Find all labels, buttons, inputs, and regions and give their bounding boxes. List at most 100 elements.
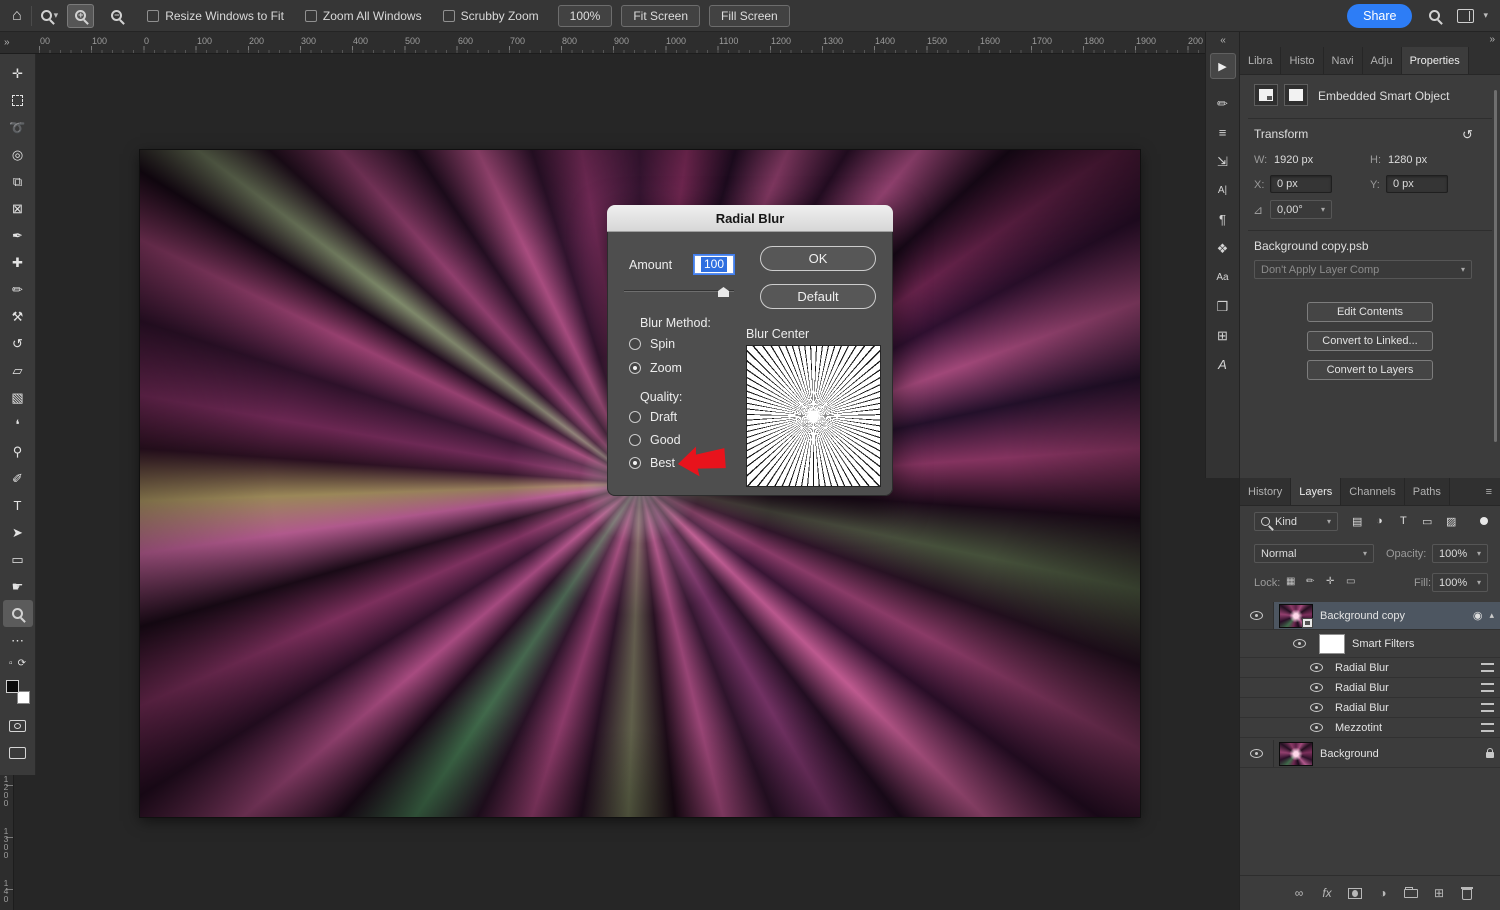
home-icon[interactable]: ⌂ (12, 7, 22, 25)
layer-row-background-copy[interactable]: Background copy ◉ ▴ (1240, 602, 1500, 630)
play-panel-button[interactable]: ▶ (1210, 53, 1236, 79)
fill-screen-button[interactable]: Fill Screen (709, 5, 790, 27)
foreground-color-swatch[interactable] (6, 680, 19, 693)
visibility-cell[interactable] (1302, 658, 1330, 677)
height-value[interactable]: 1280 px (1388, 154, 1427, 166)
lock-transparency-icon[interactable]: ▦ (1286, 576, 1295, 587)
smart-filter-row[interactable]: Mezzotint (1240, 718, 1500, 738)
zoom-100-button[interactable]: 100% (558, 5, 613, 27)
lock-position-icon[interactable]: ✛ (1326, 576, 1334, 587)
filter-name[interactable]: Mezzotint (1335, 722, 1474, 734)
fill-dropdown[interactable]: 100% ▾ (1432, 573, 1488, 592)
smart-filter-row[interactable]: Radial Blur (1240, 678, 1500, 698)
visibility-cell[interactable] (1302, 698, 1330, 717)
filter-name[interactable]: Radial Blur (1335, 702, 1474, 714)
blur-center-preview[interactable] (746, 345, 881, 487)
layer-comp-dropdown[interactable]: Don't Apply Layer Comp ▾ (1254, 260, 1472, 279)
tab-properties[interactable]: Properties (1402, 47, 1469, 74)
convert-to-layers-button[interactable]: Convert to Layers (1307, 360, 1433, 380)
shape-tool[interactable]: ▭ (3, 546, 33, 573)
lock-artboard-icon[interactable]: ▭ (1346, 576, 1355, 587)
horizontal-ruler[interactable]: 00 100 0 100 200 300 400 500 600 700 800… (36, 32, 1205, 54)
filter-toggle-icon[interactable] (1480, 517, 1488, 525)
frame-tool[interactable]: ⊠ (3, 195, 33, 222)
visibility-cell[interactable] (1284, 630, 1314, 657)
history-brush-tool[interactable]: ↺ (3, 330, 33, 357)
adjustments-panel-icon[interactable]: ≡ (1206, 118, 1239, 147)
caret-down-icon[interactable]: ▾ (1483, 10, 1488, 21)
layer-name[interactable]: Smart Filters (1352, 638, 1494, 650)
dialog-titlebar[interactable]: Radial Blur (607, 205, 893, 232)
share-button[interactable]: Share (1347, 4, 1412, 28)
filter-smart-object-icon[interactable]: ▨ (1446, 515, 1456, 528)
pen-tool[interactable]: ✐ (3, 465, 33, 492)
workspace-switcher-icon[interactable] (1457, 9, 1474, 23)
ok-button[interactable]: OK (760, 246, 876, 271)
filter-blending-options-icon[interactable] (1481, 723, 1494, 732)
radio-best[interactable]: Best (629, 456, 675, 470)
adjustment-layer-icon[interactable]: ◑ (1372, 882, 1394, 904)
3d-panel-icon[interactable]: ❒ (1206, 292, 1239, 321)
filter-shape-layers-icon[interactable]: ▭ (1422, 515, 1432, 528)
scrubby-zoom-checkbox[interactable]: Scrubby Zoom (443, 9, 539, 23)
rectangular-marquee-tool[interactable] (3, 87, 33, 114)
filter-type-layers-icon[interactable]: T (1400, 515, 1407, 527)
mask-thumbnail[interactable] (1284, 84, 1308, 106)
default-button[interactable]: Default (760, 284, 876, 309)
filter-blending-options-icon[interactable] (1481, 683, 1494, 692)
path-selection-tool[interactable]: ➤ (3, 519, 33, 546)
type-tool[interactable]: T (3, 492, 33, 519)
healing-brush-tool[interactable]: ✚ (3, 249, 33, 276)
move-tool[interactable]: ✛ (3, 60, 33, 87)
amount-slider[interactable] (624, 290, 734, 292)
collapse-panels-icon[interactable]: » (1489, 34, 1494, 45)
gradient-tool[interactable]: ▧ (3, 384, 33, 411)
layer-style-fx-icon[interactable]: fx (1316, 882, 1338, 904)
tab-adjustments[interactable]: Adju (1363, 47, 1402, 74)
new-group-icon[interactable] (1400, 882, 1422, 904)
switch-colors-icon[interactable]: ⟳ (18, 658, 26, 669)
tab-libraries[interactable]: Libra (1240, 47, 1281, 74)
blend-mode-dropdown[interactable]: Normal ▾ (1254, 544, 1374, 563)
tab-histogram[interactable]: Histo (1281, 47, 1323, 74)
resize-windows-checkbox[interactable]: Resize Windows to Fit (147, 9, 284, 23)
tab-channels[interactable]: Channels (1341, 478, 1404, 505)
edit-contents-button[interactable]: Edit Contents (1307, 302, 1433, 322)
eraser-tool[interactable]: ▱ (3, 357, 33, 384)
tab-layers[interactable]: Layers (1291, 478, 1341, 505)
patterns-panel-icon[interactable]: ⊞ (1206, 321, 1239, 350)
tab-navigator[interactable]: Navi (1324, 47, 1363, 74)
visibility-cell[interactable] (1302, 718, 1330, 737)
styles-panel-icon[interactable]: A (1206, 350, 1239, 379)
new-layer-icon[interactable]: ⊞ (1428, 882, 1450, 904)
glyphs-panel-icon[interactable]: Aa (1206, 263, 1239, 292)
expand-panels-icon[interactable]: « (1220, 35, 1225, 49)
opacity-dropdown[interactable]: 100% ▾ (1432, 544, 1488, 563)
radio-draft[interactable]: Draft (629, 410, 677, 424)
brush-settings-panel-icon[interactable]: ✏ (1206, 89, 1239, 118)
filter-mask-thumbnail[interactable] (1319, 634, 1345, 654)
layer-thumbnail[interactable] (1279, 742, 1313, 766)
collapse-filters-icon[interactable]: ▴ (1489, 610, 1494, 621)
layers-menu-icon[interactable]: ≡ (1478, 478, 1500, 505)
layer-name[interactable]: Background copy (1320, 610, 1466, 622)
zoom-in-button[interactable]: + (67, 4, 94, 28)
crop-tool[interactable]: ⧉ (3, 168, 33, 195)
visibility-cell[interactable] (1240, 740, 1274, 767)
amount-input[interactable]: 100 (694, 255, 734, 274)
brush-tool[interactable]: ✏ (3, 276, 33, 303)
color-swatches[interactable] (6, 680, 30, 704)
lock-pixels-icon[interactable]: ✏ (1306, 576, 1314, 587)
panel-scrollbar[interactable] (1494, 90, 1497, 442)
tab-paths[interactable]: Paths (1405, 478, 1450, 505)
object-selection-tool[interactable]: ◎ (3, 141, 33, 168)
convert-to-linked-button[interactable]: Convert to Linked... (1307, 331, 1433, 351)
smart-filter-toggle-icon[interactable]: ◉ (1473, 609, 1483, 622)
export-panel-icon[interactable]: ⇲ (1206, 147, 1239, 176)
layer-row-background[interactable]: Background (1240, 740, 1500, 768)
filter-pixel-layers-icon[interactable]: ▤ (1352, 515, 1362, 528)
edit-toolbar-button[interactable]: ⋯ (3, 627, 33, 654)
visibility-cell[interactable] (1240, 602, 1274, 629)
shapes-panel-icon[interactable]: ❖ (1206, 234, 1239, 263)
layer-row-smart-filters[interactable]: Smart Filters (1240, 630, 1500, 658)
